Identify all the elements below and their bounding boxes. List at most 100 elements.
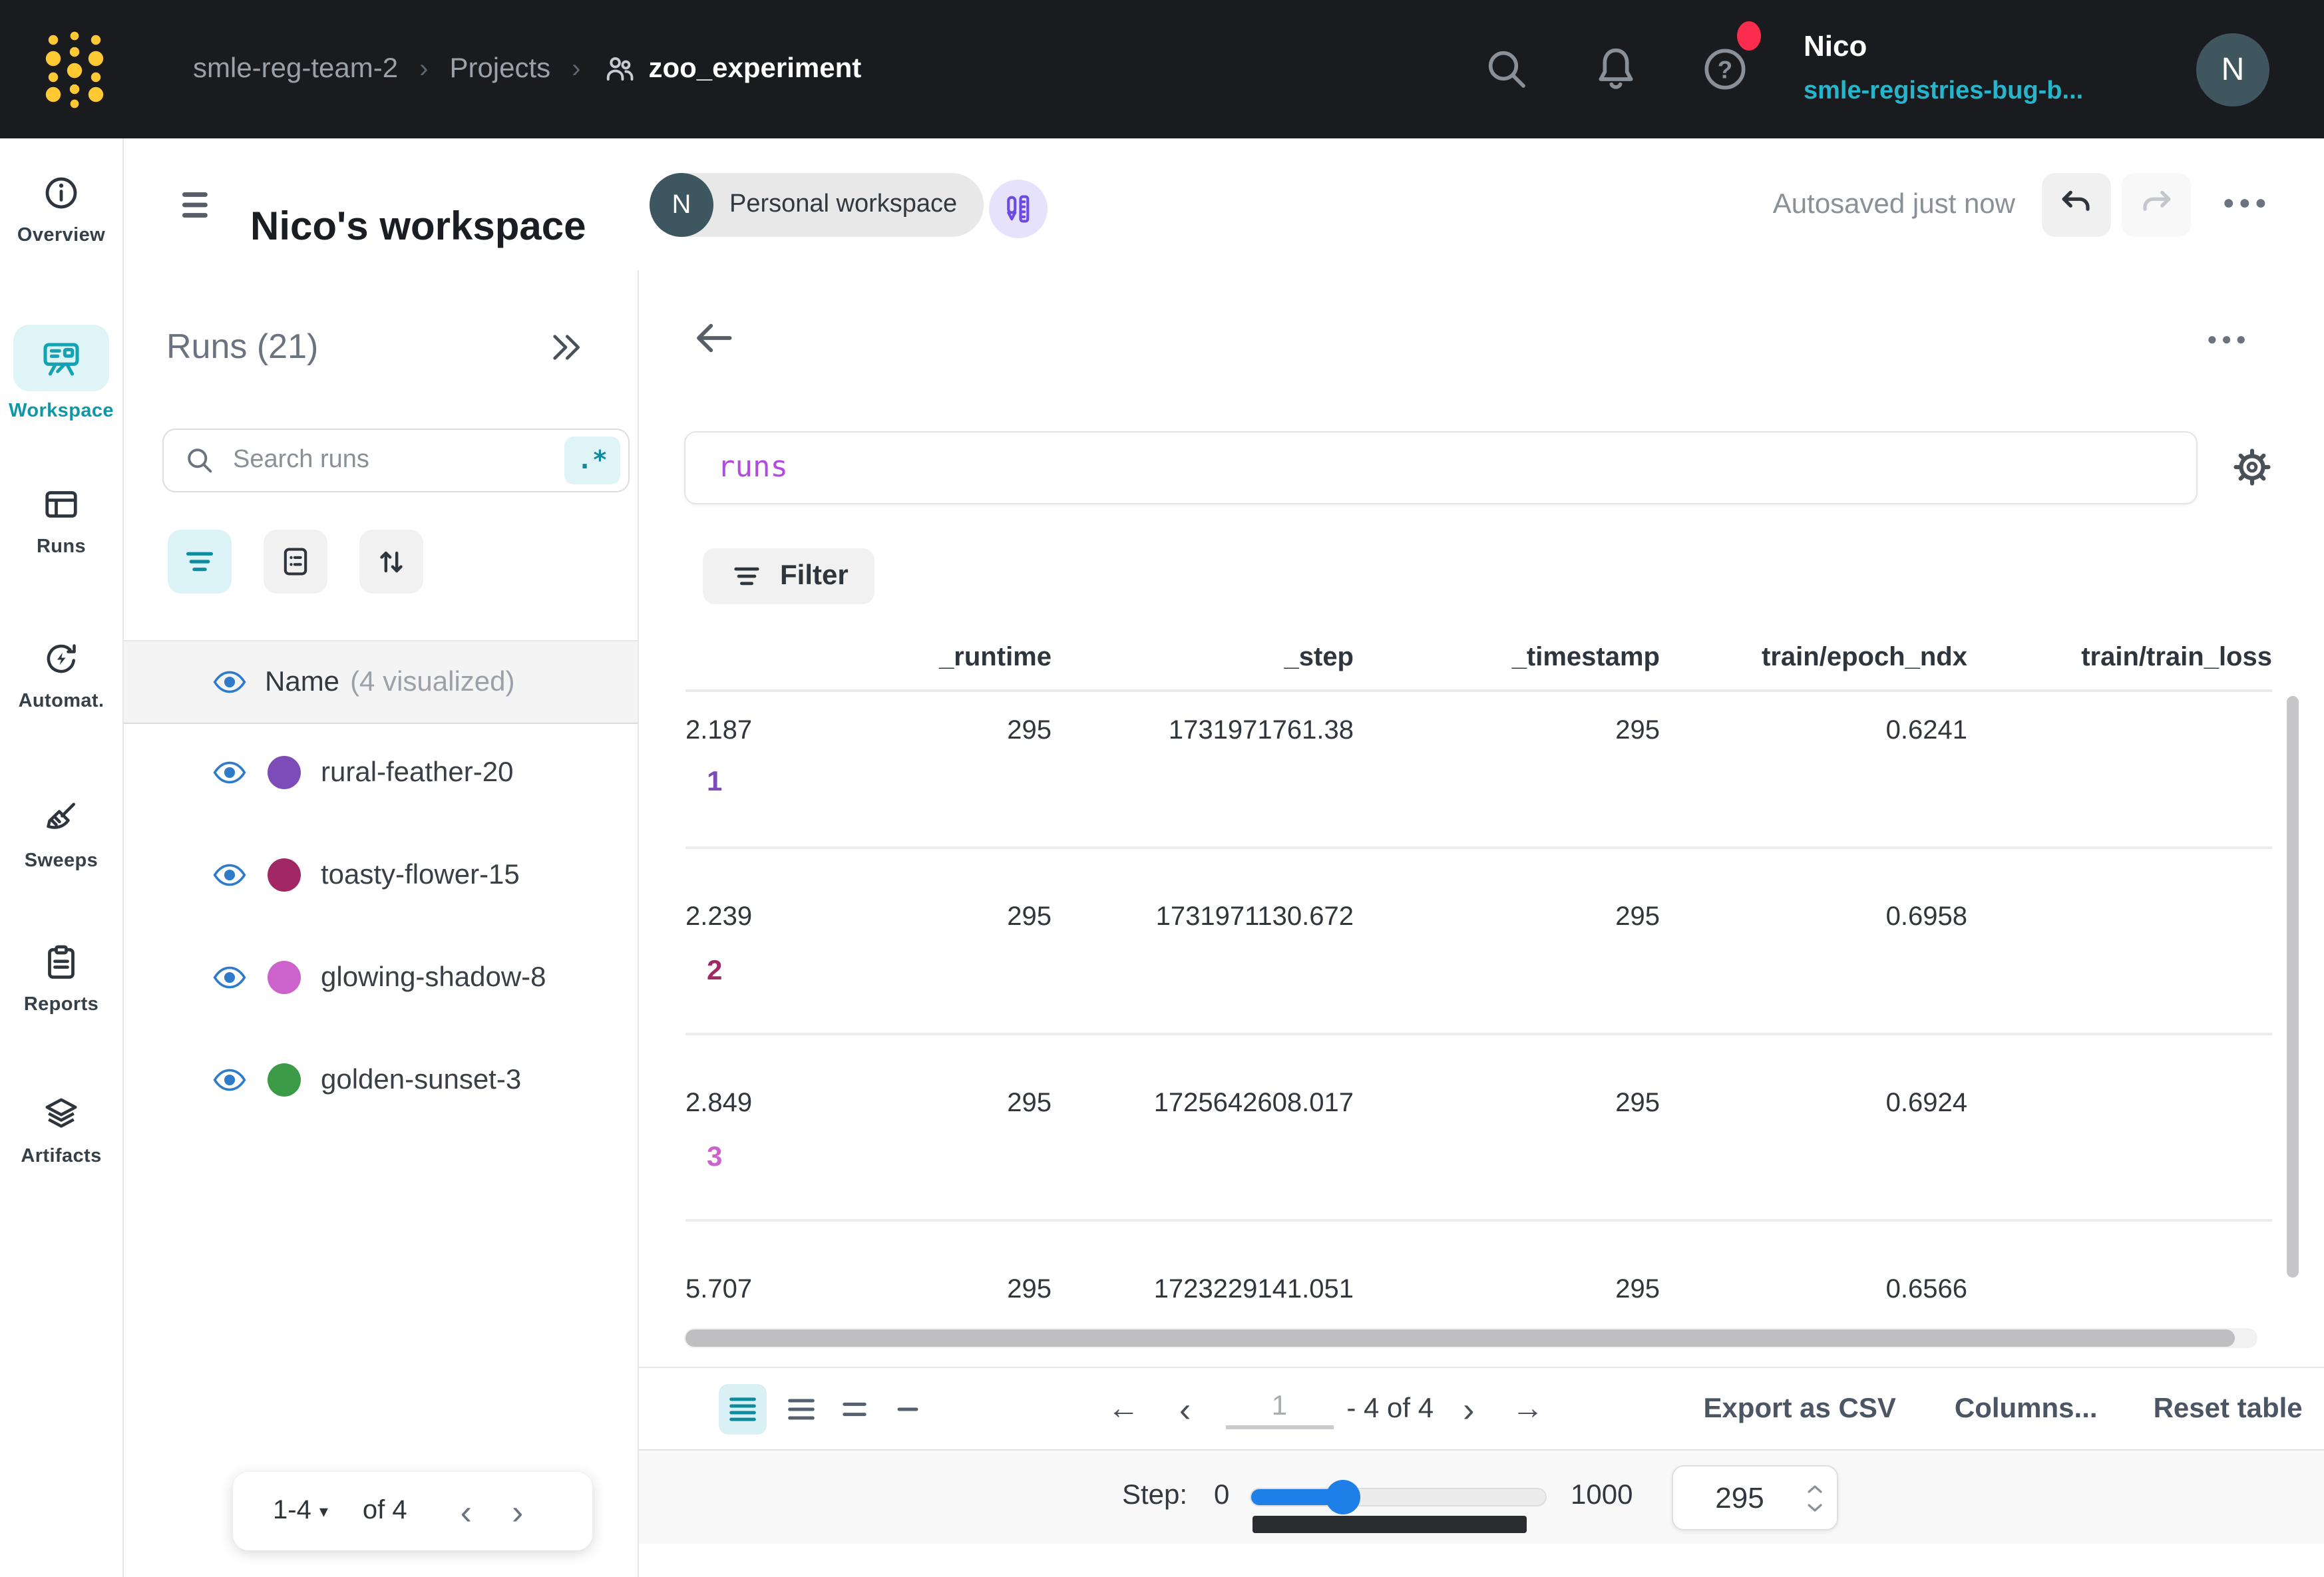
column-header[interactable]: train/epoch_ndx — [1660, 642, 1967, 673]
runs-table-icon — [39, 482, 84, 527]
horizontal-scrollbar-thumb[interactable] — [685, 1329, 2235, 1347]
user-avatar[interactable]: N — [2196, 33, 2269, 106]
menu-hamburger-icon[interactable] — [177, 182, 222, 228]
row-height-small-button[interactable] — [719, 1384, 767, 1435]
prev-page-chevron[interactable]: ‹ — [1179, 1389, 1191, 1430]
cell-epoch: 295 — [1354, 1222, 1660, 1332]
row-height-medium-button[interactable] — [777, 1384, 825, 1435]
gear-settings-icon[interactable] — [2231, 446, 2273, 488]
run-name[interactable]: glowing-shadow-8 — [321, 962, 546, 993]
notification-badge — [1737, 21, 1761, 51]
sidebar-item-automations[interactable]: Automat. — [0, 636, 122, 712]
run-name[interactable]: toasty-flower-15 — [321, 859, 520, 891]
cell-train-loss: 0.6958 — [1660, 849, 1967, 1033]
eye-visibility-icon[interactable] — [212, 669, 248, 695]
last-page-arrow[interactable]: → — [1511, 1391, 1543, 1428]
column-header[interactable]: train/train_loss — [1967, 642, 2272, 673]
user-org-link[interactable]: smle-registries-bug-b... — [1804, 77, 2083, 106]
column-header[interactable]: _timestamp — [1354, 642, 1660, 673]
sidebar-label: Artifacts — [21, 1146, 101, 1167]
run-list-item[interactable]: rural-feather-20 — [124, 721, 638, 824]
breadcrumb: smle-reg-team-2 › Projects › zoo_experim… — [193, 0, 861, 138]
cell-step: 295 — [745, 849, 1052, 1033]
export-csv-button[interactable]: Export as CSV — [1703, 1393, 1895, 1425]
eye-visibility-icon[interactable] — [212, 965, 248, 990]
run-name[interactable]: rural-feather-20 — [321, 757, 513, 788]
step-slider-thumb[interactable] — [1326, 1480, 1360, 1514]
step-value[interactable]: 295 — [1673, 1481, 1806, 1515]
filter-runs-button[interactable] — [168, 530, 232, 594]
workspace-owner-avatar: N — [650, 173, 713, 237]
prev-page-chevron[interactable]: ‹ — [461, 1494, 472, 1528]
row-index[interactable]: 3 — [707, 1142, 722, 1174]
sidebar-item-reports[interactable]: Reports — [0, 940, 122, 1015]
run-name[interactable]: golden-sunset-3 — [321, 1064, 521, 1096]
eye-visibility-icon[interactable] — [212, 760, 248, 785]
step-label: Step: — [1122, 1480, 1187, 1512]
sidebar-item-runs[interactable]: Runs — [0, 482, 122, 558]
page-range-dropdown[interactable]: 1-4 — [273, 1496, 311, 1526]
query-input[interactable] — [715, 450, 2196, 486]
help-icon[interactable]: ? — [1698, 43, 1752, 96]
run-list-item[interactable]: golden-sunset-3 — [124, 1029, 638, 1131]
broom-sweeps-icon — [39, 796, 84, 841]
personal-workspace-badge[interactable]: N Personal workspace — [650, 173, 984, 237]
chevron-down-icon[interactable]: ▾ — [319, 1500, 328, 1522]
columns-button[interactable]: Columns... — [1955, 1393, 2098, 1425]
column-header[interactable]: _step — [1052, 642, 1354, 673]
notifications-bell-icon[interactable] — [1589, 43, 1643, 96]
search-runs-input[interactable] — [230, 444, 564, 476]
runs-pagination: 1-4 ▾ of 4 ‹ › — [233, 1472, 592, 1550]
redo-button[interactable] — [2122, 173, 2191, 237]
step-slider-track[interactable] — [1250, 1488, 1547, 1506]
first-page-arrow[interactable]: ← — [1107, 1391, 1139, 1428]
sidebar-item-artifacts[interactable]: Artifacts — [0, 1091, 122, 1167]
breadcrumb-team[interactable]: smle-reg-team-2 — [193, 53, 398, 85]
filter-button-label: Filter — [780, 560, 849, 592]
page-number-input[interactable] — [1225, 1389, 1333, 1429]
breadcrumb-project[interactable]: zoo_experiment — [602, 52, 862, 87]
team-people-icon — [602, 52, 637, 87]
row-height-xlarge-button[interactable] — [884, 1384, 932, 1435]
next-page-chevron[interactable]: › — [1463, 1389, 1474, 1430]
user-name[interactable]: Nico — [1804, 29, 1867, 64]
sidebar-item-sweeps[interactable]: Sweeps — [0, 796, 122, 872]
runs-table-panel: ●●● Filter _runtime _step _timestamp t — [639, 270, 2324, 1577]
column-header[interactable]: _runtime — [745, 642, 1052, 673]
eye-visibility-icon[interactable] — [212, 1067, 248, 1093]
table-row[interactable]: 4 5.707 295 1723229141.051 295 0.6566 — [685, 1222, 2272, 1332]
reset-table-button[interactable]: Reset table — [2154, 1393, 2303, 1425]
runs-panel-title: Runs (21) — [166, 326, 318, 367]
table-row[interactable]: 1 2.187 295 1731971761.38 295 0.6241 — [685, 692, 2272, 849]
run-settings-button[interactable] — [264, 530, 327, 594]
table-row[interactable]: 2 2.239 295 1731971130.672 295 0.6958 — [685, 849, 2272, 1035]
horizontal-scrollbar-track[interactable] — [684, 1328, 2257, 1348]
table-row[interactable]: 3 2.849 295 1725642608.017 295 0.6924 — [685, 1035, 2272, 1222]
next-page-chevron[interactable]: › — [512, 1494, 523, 1528]
vertical-scrollbar[interactable] — [2287, 696, 2299, 1278]
panel-overflow-menu[interactable]: ●●● — [2207, 329, 2250, 349]
row-height-large-button[interactable] — [831, 1384, 878, 1435]
back-arrow-icon[interactable] — [692, 315, 737, 361]
sidebar-item-overview[interactable]: Overview — [0, 170, 122, 246]
run-list-item[interactable]: glowing-shadow-8 — [124, 926, 638, 1029]
run-list-header-label: Name — [265, 666, 339, 698]
regex-toggle-button[interactable]: .* — [564, 437, 620, 484]
breadcrumb-projects[interactable]: Projects — [449, 53, 550, 85]
collapse-panel-icon[interactable] — [547, 329, 584, 366]
workspace-overflow-menu[interactable]: ●●● — [2223, 192, 2271, 214]
sort-runs-button[interactable] — [359, 530, 423, 594]
row-index[interactable]: 2 — [707, 956, 722, 987]
eye-visibility-icon[interactable] — [212, 862, 248, 888]
wandb-logo-icon[interactable] — [44, 27, 105, 112]
stepper-arrows[interactable] — [1806, 1483, 1824, 1512]
run-list-header[interactable]: Name (4 visualized) — [124, 640, 638, 724]
table-filter-button[interactable]: Filter — [703, 548, 875, 604]
run-list-item[interactable]: toasty-flower-15 — [124, 824, 638, 926]
sidebar-item-workspace[interactable]: Workspace — [0, 325, 122, 422]
undo-button[interactable] — [2042, 173, 2111, 237]
search-icon[interactable] — [1480, 43, 1533, 96]
row-index[interactable]: 1 — [707, 767, 722, 798]
cell-step: 295 — [745, 1222, 1052, 1332]
customize-workspace-icon[interactable] — [989, 180, 1048, 238]
